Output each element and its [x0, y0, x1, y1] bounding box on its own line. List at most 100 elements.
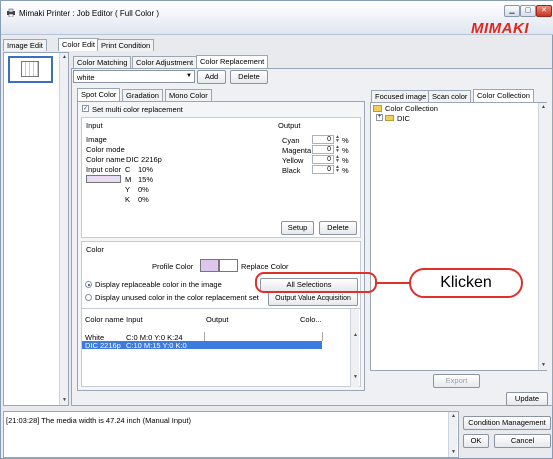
close-button[interactable]: ✕ — [536, 5, 552, 17]
cmyk-y-channel: Y — [125, 185, 131, 194]
thumbnail-image — [21, 61, 39, 77]
highlight-ring — [255, 272, 377, 293]
tab-color-adjustment[interactable]: Color Adjustment — [132, 56, 198, 68]
output-group-title: Output — [278, 121, 301, 130]
radio-unused[interactable] — [85, 294, 92, 301]
output-black-label: Black — [282, 166, 301, 175]
spin-arrows-icon[interactable]: ▲ ▼ — [335, 135, 340, 144]
scroll-up-icon[interactable]: ▲ — [449, 412, 458, 421]
output-cyan-label: Cyan — [282, 136, 300, 145]
radio-unused-label: Display unused color in the color replac… — [95, 293, 259, 302]
table-scrollbar[interactable]: ▲ ▼ — [350, 309, 359, 387]
col-header-color-name: Color name — [85, 315, 124, 324]
job-thumbnail[interactable] — [8, 56, 53, 83]
cmyk-m-value: 15% — [138, 175, 154, 184]
thumbnail-scrollbar[interactable]: ▲ ▼ — [59, 53, 68, 405]
tab-focused-image[interactable]: Focused image — [371, 90, 431, 102]
output-value-acquisition-button[interactable]: Output Value Acquisition — [268, 292, 358, 306]
scroll-up-icon[interactable]: ▲ — [60, 53, 69, 62]
ok-button[interactable]: OK — [463, 434, 489, 448]
scroll-down-icon[interactable]: ▼ — [60, 396, 69, 405]
tab-mono-color[interactable]: Mono Color — [165, 89, 212, 101]
multi-replacement-checkbox[interactable]: ✓ — [82, 105, 89, 112]
output-yellow-input[interactable]: 0 — [312, 155, 334, 164]
color-mode-label: Color mode — [86, 145, 125, 154]
title-bar: Mimaki Printer : Job Editor ( Full Color… — [1, 1, 553, 37]
cmyk-y-value: 0% — [138, 185, 149, 194]
add-set-button[interactable]: Add — [197, 70, 226, 84]
output-magenta-unit: % — [342, 146, 349, 155]
delete-output-button[interactable]: Delete — [319, 221, 357, 235]
table-row[interactable]: White C:0 M:0 Y:0 K:24 — [82, 332, 323, 342]
delete-set-button[interactable]: Delete — [230, 70, 268, 84]
mimaki-logo: MIMAKI — [471, 20, 529, 37]
thumbnail-strip: ▲ ▼ — [3, 52, 69, 406]
collection-scrollbar[interactable]: ▲ ▼ — [538, 103, 547, 370]
output-magenta-input[interactable]: 0 — [312, 145, 334, 154]
color-group-title: Color — [86, 245, 104, 254]
spin-arrows-icon[interactable]: ▲ ▼ — [335, 165, 340, 174]
col-header-color: Colo... — [300, 315, 322, 324]
callout-label: Klicken — [409, 268, 523, 298]
chevron-down-icon: ▼ — [186, 73, 192, 79]
input-color-label: Input color — [86, 165, 122, 174]
scroll-down-icon[interactable]: ▼ — [351, 373, 360, 382]
replacement-set-value: white — [77, 73, 95, 82]
tab-image-edit[interactable]: Image Edit — [3, 39, 47, 51]
printer-app-icon — [7, 8, 15, 17]
tab-color-edit[interactable]: Color Edit — [58, 38, 99, 51]
profile-color-swatch — [200, 259, 219, 272]
maximize-button[interactable]: ▢ — [520, 5, 536, 17]
tree-node-color-collection[interactable]: Color Collection — [385, 104, 438, 113]
radio-replaceable[interactable] — [85, 281, 92, 288]
color-name-value: DIC 2216p — [126, 155, 162, 164]
spin-arrows-icon[interactable]: ▲ ▼ — [335, 145, 340, 154]
spin-arrows-icon[interactable]: ▲ ▼ — [335, 155, 340, 164]
cmyk-m-channel: M — [125, 175, 132, 184]
tab-scan-color[interactable]: Scan color — [428, 90, 472, 102]
output-black-input[interactable]: 0 — [312, 165, 334, 174]
cancel-button[interactable]: Cancel — [494, 434, 551, 448]
image-label: Image — [86, 135, 107, 144]
update-button[interactable]: Update — [506, 392, 548, 406]
tab-color-replacement[interactable]: Color Replacement — [196, 55, 269, 68]
output-magenta-label: Magenta — [282, 146, 312, 155]
output-yellow-label: Yellow — [282, 156, 304, 165]
cmyk-k-channel: K — [125, 195, 131, 204]
condition-management-button[interactable]: Condition Management — [463, 416, 551, 430]
replace-color-swatch[interactable] — [219, 259, 238, 272]
tab-color-collection[interactable]: Color Collection — [473, 89, 534, 102]
col-header-input: Input — [126, 315, 143, 324]
input-group-title: Input — [86, 121, 103, 130]
job-editor-window: Mimaki Printer : Job Editor ( Full Color… — [0, 0, 553, 459]
export-button[interactable]: Export — [433, 374, 480, 388]
replacement-set-select[interactable]: white ▼ — [73, 70, 195, 83]
row-input: C:10 M:15 Y:0 K:0 — [126, 341, 187, 350]
cmyk-c-channel: C — [125, 165, 131, 174]
folder-icon — [373, 105, 382, 112]
column-divider — [322, 332, 323, 341]
scroll-up-icon[interactable]: ▲ — [351, 331, 360, 340]
tree-node-dic[interactable]: DIC — [397, 114, 410, 123]
output-cyan-unit: % — [342, 136, 349, 145]
tab-gradation[interactable]: Gradation — [122, 89, 163, 101]
minimize-button[interactable]: ▁ — [504, 5, 520, 17]
color-name-label: Color name — [86, 155, 125, 164]
expand-icon[interactable]: + — [376, 114, 383, 121]
color-collection-panel: Color Collection + DIC ▲ ▼ — [370, 102, 547, 371]
window-title: Mimaki Printer : Job Editor ( Full Color… — [19, 9, 160, 18]
scroll-up-icon[interactable]: ▲ — [539, 103, 548, 112]
scroll-down-icon[interactable]: ▼ — [449, 448, 458, 457]
tab-spot-color[interactable]: Spot Color — [77, 88, 121, 101]
table-row-selected[interactable]: DIC 2216p C:10 M:15 Y:0 K:0 — [82, 341, 322, 350]
tab-print-condition[interactable]: Print Condition — [97, 39, 155, 51]
log-scrollbar[interactable]: ▲ ▼ — [448, 412, 457, 457]
setup-button[interactable]: Setup — [281, 221, 314, 235]
color-group: Color Profile Color Replace Color Displa… — [81, 241, 361, 387]
output-cyan-input[interactable]: 0 — [312, 135, 334, 144]
col-header-output: Output — [206, 315, 229, 324]
profile-color-label: Profile Color — [152, 262, 194, 271]
scroll-down-icon[interactable]: ▼ — [539, 361, 548, 370]
tab-color-matching[interactable]: Color Matching — [73, 56, 132, 68]
radio-replaceable-label: Display replaceable color in the image — [95, 280, 222, 289]
